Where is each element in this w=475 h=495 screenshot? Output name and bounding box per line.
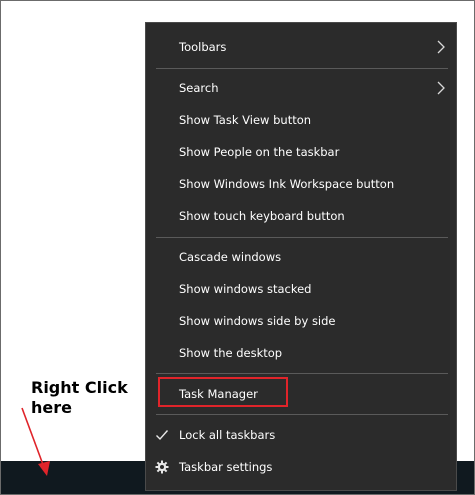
menu-item-label: Show People on the taskbar xyxy=(179,145,340,159)
menu-item-lock-all-taskbars[interactable]: Lock all taskbars xyxy=(146,419,456,451)
menu-item-show-touch-keyboard-button[interactable]: Show touch keyboard button xyxy=(146,200,456,232)
gear-icon xyxy=(155,460,169,474)
menu-item-label: Task Manager xyxy=(179,387,258,401)
menu-item-label: Show Task View button xyxy=(179,113,312,127)
menu-separator xyxy=(156,414,448,415)
menu-item-show-people-on-taskbar[interactable]: Show People on the taskbar xyxy=(146,136,456,168)
menu-item-label: Show the desktop xyxy=(179,346,283,360)
menu-item-show-task-view-button[interactable]: Show Task View button xyxy=(146,104,456,136)
menu-item-show-windows-stacked[interactable]: Show windows stacked xyxy=(146,273,456,305)
menu-item-label: Show touch keyboard button xyxy=(179,209,345,223)
menu-separator xyxy=(156,68,448,69)
menu-item-show-windows-ink-workspace-button[interactable]: Show Windows Ink Workspace button xyxy=(146,168,456,200)
menu-item-label: Show windows stacked xyxy=(179,282,312,296)
menu-item-task-manager[interactable]: Task Manager xyxy=(146,378,456,410)
menu-item-show-the-desktop[interactable]: Show the desktop xyxy=(146,337,456,369)
taskbar-context-menu: Toolbars Search Show Task View button Sh… xyxy=(145,22,457,491)
chevron-right-icon xyxy=(437,40,445,54)
menu-item-label: Show windows side by side xyxy=(179,314,336,328)
annotation-label: Right Click here xyxy=(31,378,128,417)
chevron-right-icon xyxy=(437,81,445,95)
menu-item-toolbars[interactable]: Toolbars xyxy=(146,31,456,63)
menu-item-label: Show Windows Ink Workspace button xyxy=(179,177,395,191)
menu-item-label: Cascade windows xyxy=(179,250,282,264)
menu-item-label: Search xyxy=(179,81,219,95)
menu-separator xyxy=(156,373,448,374)
menu-item-label: Toolbars xyxy=(179,40,227,54)
checkmark-icon xyxy=(156,430,169,441)
menu-separator xyxy=(156,237,448,238)
menu-item-show-windows-side-by-side[interactable]: Show windows side by side xyxy=(146,305,456,337)
menu-item-label: Lock all taskbars xyxy=(179,428,276,442)
menu-item-cascade-windows[interactable]: Cascade windows xyxy=(146,241,456,273)
menu-item-search[interactable]: Search xyxy=(146,72,456,104)
menu-item-label: Taskbar settings xyxy=(179,460,273,474)
menu-item-taskbar-settings[interactable]: Taskbar settings xyxy=(146,451,456,483)
